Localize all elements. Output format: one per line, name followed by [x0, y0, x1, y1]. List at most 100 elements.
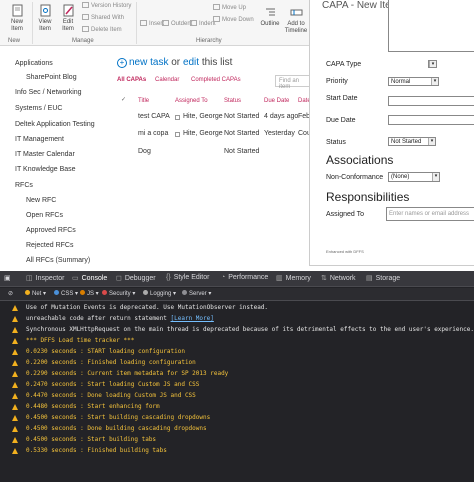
row-assigned[interactable]: Hite, George — [183, 113, 223, 120]
console-log-line[interactable]: 0.2470 seconds : Start loading Custom JS… — [26, 381, 199, 388]
filter-css[interactable]: CSS ▾ — [54, 290, 78, 297]
filter-logging[interactable]: Logging ▾ — [143, 290, 176, 297]
debugger-icon: ◻ — [116, 275, 122, 282]
network-icon: ⇅ — [321, 275, 327, 282]
filter-js[interactable]: JS ▾ — [80, 290, 99, 297]
console-log-line[interactable]: 0.2290 seconds : Current item metadata f… — [26, 370, 228, 377]
console-warning[interactable]: Use of Mutation Events is deprecated. Us… — [26, 304, 268, 311]
nav-item[interactable]: Rejected RFCs — [26, 242, 73, 249]
console-log-line[interactable]: 0.4500 seconds : Start building cascadin… — [26, 414, 210, 421]
nav-item[interactable]: IT Management — [15, 136, 64, 143]
row-title-link[interactable]: test CAPA — [138, 113, 170, 120]
tab-console-label: Console — [81, 275, 108, 282]
new-item-dialog: CAPA - New Item CAPA Type ▾ Priority Nor… — [309, 0, 474, 266]
description-textarea[interactable] — [388, 0, 474, 52]
console-warning-text: unreachable code after return statement — [26, 315, 167, 322]
plus-circle-icon[interactable]: + — [117, 58, 127, 68]
edit-item-icon — [63, 4, 73, 17]
assigned-to-input[interactable]: Enter names or email address — [386, 207, 474, 221]
new-item-button[interactable]: New Item — [6, 4, 28, 33]
status-label: Status — [326, 139, 346, 146]
move-up-button[interactable]: Move Up — [213, 4, 246, 11]
console-log-line[interactable]: *** DFFS Load time tracker *** — [26, 337, 134, 344]
css-dot — [54, 290, 59, 295]
nav-item[interactable]: IT Master Calendar — [15, 151, 75, 158]
version-history-button[interactable]: Version History — [82, 2, 131, 9]
warning-icon — [12, 437, 18, 443]
console-log-line[interactable]: 0.0230 seconds : START loading configura… — [26, 348, 185, 355]
console-log-line[interactable]: 0.5330 seconds : Finished building tabs — [26, 447, 167, 454]
view-all-capas[interactable]: All CAPAs — [117, 77, 146, 83]
priority-select[interactable]: Normal ▾ — [388, 77, 439, 86]
outline-button[interactable]: Outline — [257, 6, 283, 28]
console-log-line[interactable]: 0.4480 seconds : Start enhancing form — [26, 403, 160, 410]
tab-memory[interactable]: ▥ Memory — [276, 274, 311, 282]
nav-item[interactable]: Open RFCs — [26, 212, 63, 219]
row-assigned[interactable]: Hite, George — [183, 130, 223, 137]
tab-storage-label: Storage — [375, 275, 401, 282]
move-down-button[interactable]: Move Down — [213, 16, 254, 23]
row-status: Not Started — [224, 148, 260, 155]
pick-element-icon[interactable]: ▣ — [4, 274, 11, 282]
tab-style-editor[interactable]: {} Style Editor — [166, 274, 209, 281]
console-log-line[interactable]: 0.4470 seconds : Done loading Custom JS … — [26, 392, 196, 399]
tab-inspector[interactable]: ◫ Inspector — [26, 274, 64, 282]
indent-button[interactable]: Indent — [190, 20, 216, 27]
due-date-input[interactable] — [388, 115, 474, 125]
nav-item[interactable]: Systems / EUC — [15, 105, 62, 112]
column-header-due-date[interactable]: Due Date — [264, 98, 289, 104]
tab-performance[interactable]: ◔ Performance — [221, 274, 268, 281]
nav-item[interactable]: Info Sec / Networking — [15, 89, 82, 96]
outdent-button[interactable]: Outdent — [162, 20, 192, 27]
tab-console[interactable]: ▭ Console — [72, 274, 107, 282]
nav-item[interactable]: New RFC — [26, 197, 56, 204]
console-warning[interactable]: unreachable code after return statement … — [26, 315, 214, 322]
filter-net[interactable]: Net ▾ — [25, 290, 46, 297]
edit-list-link[interactable]: edit — [183, 57, 199, 68]
learn-more-link[interactable]: [Learn More] — [171, 315, 214, 322]
console-log-line[interactable]: 0.4500 seconds : Start building tabs — [26, 436, 156, 443]
column-header-status[interactable]: Status — [224, 98, 241, 104]
nonconformance-value: (None) — [391, 174, 410, 180]
person-checkbox[interactable] — [175, 115, 180, 120]
nav-item[interactable]: Applications — [15, 60, 53, 67]
nonconformance-select[interactable]: (None) ▾ — [388, 172, 440, 182]
capa-type-select[interactable]: ▾ — [428, 60, 437, 68]
console-warning[interactable]: Synchronous XMLHttpRequest on the main t… — [26, 326, 474, 333]
clear-console-icon[interactable]: ⊘ — [8, 290, 13, 297]
new-task-link[interactable]: new task — [129, 57, 168, 68]
person-checkbox[interactable] — [175, 132, 180, 137]
insert-button[interactable]: Insert — [140, 20, 164, 27]
nav-item[interactable]: SharePoint Blog — [26, 74, 77, 81]
shared-with-button[interactable]: Shared With — [82, 14, 124, 21]
nav-item[interactable]: RFCs — [15, 182, 33, 189]
column-header-title[interactable]: Title — [138, 98, 149, 104]
console-log-line[interactable]: 0.4500 seconds : Done building cascading… — [26, 425, 207, 432]
row-title-link[interactable]: Dog — [138, 148, 151, 155]
console-log-line[interactable]: 0.2200 seconds : Finished loading config… — [26, 359, 196, 366]
row-title-link[interactable]: mi a copa — [138, 130, 168, 137]
tab-inspector-label: Inspector — [35, 275, 65, 282]
edit-item-button[interactable]: Edit Item — [58, 4, 78, 33]
group-new-label: New — [8, 38, 21, 44]
filter-security[interactable]: Security ▾ — [102, 290, 135, 297]
add-to-timeline-button[interactable]: Add to Timeline — [284, 6, 308, 35]
tab-debugger[interactable]: ◻ Debugger — [116, 274, 156, 282]
view-completed-capas[interactable]: Completed CAPAs — [191, 77, 241, 83]
nav-item[interactable]: IT Knowledge Base — [15, 166, 76, 173]
status-select[interactable]: Not Started ▾ — [388, 137, 436, 146]
view-item-button[interactable]: View Item — [35, 4, 55, 33]
outline-icon — [265, 8, 275, 16]
nav-item[interactable]: Approved RFCs — [26, 227, 76, 234]
tab-storage[interactable]: ▤ Storage — [366, 274, 400, 282]
nav-item[interactable]: All RFCs (Summary) — [26, 257, 90, 264]
select-all-checkmark-icon[interactable]: ✓ — [121, 96, 126, 103]
delete-item-button[interactable]: Delete Item — [82, 26, 122, 33]
filter-server[interactable]: Server ▾ — [182, 290, 211, 297]
column-header-assigned-to[interactable]: Assigned To — [175, 98, 208, 104]
nav-item[interactable]: Deltek Application Testing — [15, 121, 95, 128]
start-date-input[interactable] — [388, 96, 474, 106]
view-calendar[interactable]: Calendar — [155, 77, 179, 83]
outline-label: Outline — [260, 21, 280, 27]
tab-network[interactable]: ⇅ Network — [321, 274, 356, 282]
